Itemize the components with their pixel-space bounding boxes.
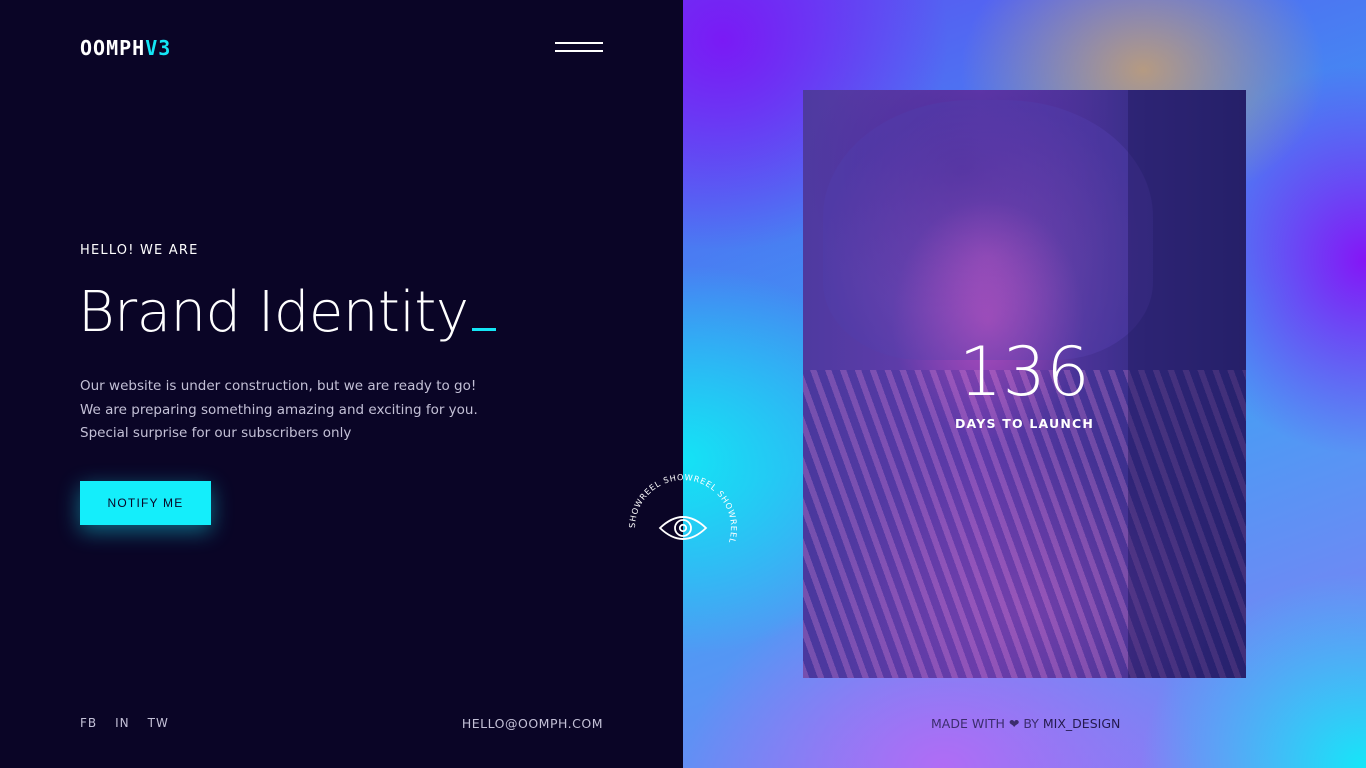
description-line: We are preparing something amazing and e…	[80, 401, 478, 418]
social-links: FB IN TW	[80, 716, 169, 730]
hero-eyebrow: HELLO! WE ARE	[80, 243, 199, 258]
showreel-circular-text: SHOWREEL SHOWREEL SHOWREEL	[627, 472, 739, 545]
menu-line	[555, 42, 603, 44]
credit-by: BY	[1023, 716, 1039, 731]
showreel-badge: SHOWREEL SHOWREEL SHOWREEL	[627, 472, 739, 545]
brand-logo[interactable]: OOMPHV3	[80, 36, 171, 60]
countdown: 136 DAYS TO LAUNCH	[803, 333, 1246, 432]
left-panel: OOMPHV3 HELLO! WE ARE Brand Identity Our…	[0, 0, 683, 768]
page-title-text: Brand Identity	[78, 280, 469, 345]
hamburger-icon[interactable]	[555, 41, 603, 55]
showreel-text-path: SHOWREEL SHOWREEL SHOWREEL	[627, 472, 738, 545]
menu-line	[555, 50, 603, 52]
showreel-button[interactable]: SHOWREEL SHOWREEL SHOWREEL	[627, 472, 739, 583]
description-line: Our website is under construction, but w…	[80, 378, 477, 394]
right-panel: 136 DAYS TO LAUNCH MADE WITH ❤ BY MIX_DE…	[683, 0, 1366, 768]
portrait-hair-shape	[823, 100, 1153, 360]
hero-description: Our website is under construction, but w…	[80, 375, 478, 446]
social-link-fb[interactable]: FB	[80, 716, 97, 730]
social-link-in[interactable]: IN	[115, 716, 130, 730]
logo-main: OOMPH	[80, 36, 146, 60]
cursor-underscore	[472, 328, 497, 331]
credit-author-link[interactable]: MIX_DESIGN	[1043, 716, 1120, 731]
credit-prefix: MADE WITH	[931, 716, 1005, 731]
footer-credit: MADE WITH ❤ BY MIX_DESIGN	[931, 716, 1120, 731]
contact-email-link[interactable]: HELLO@OOMPH.COM	[462, 716, 603, 731]
countdown-label: DAYS TO LAUNCH	[954, 416, 1095, 431]
page-title: Brand Identity	[78, 280, 497, 345]
countdown-value: 136	[958, 333, 1091, 412]
heart-icon: ❤	[1008, 716, 1020, 731]
notify-me-button[interactable]: NOTIFY ME	[80, 481, 211, 525]
eye-icon	[658, 516, 708, 540]
logo-accent: V3	[145, 36, 172, 60]
social-link-tw[interactable]: TW	[148, 716, 169, 730]
description-line: Special surprise for our subscribers onl…	[80, 425, 352, 441]
